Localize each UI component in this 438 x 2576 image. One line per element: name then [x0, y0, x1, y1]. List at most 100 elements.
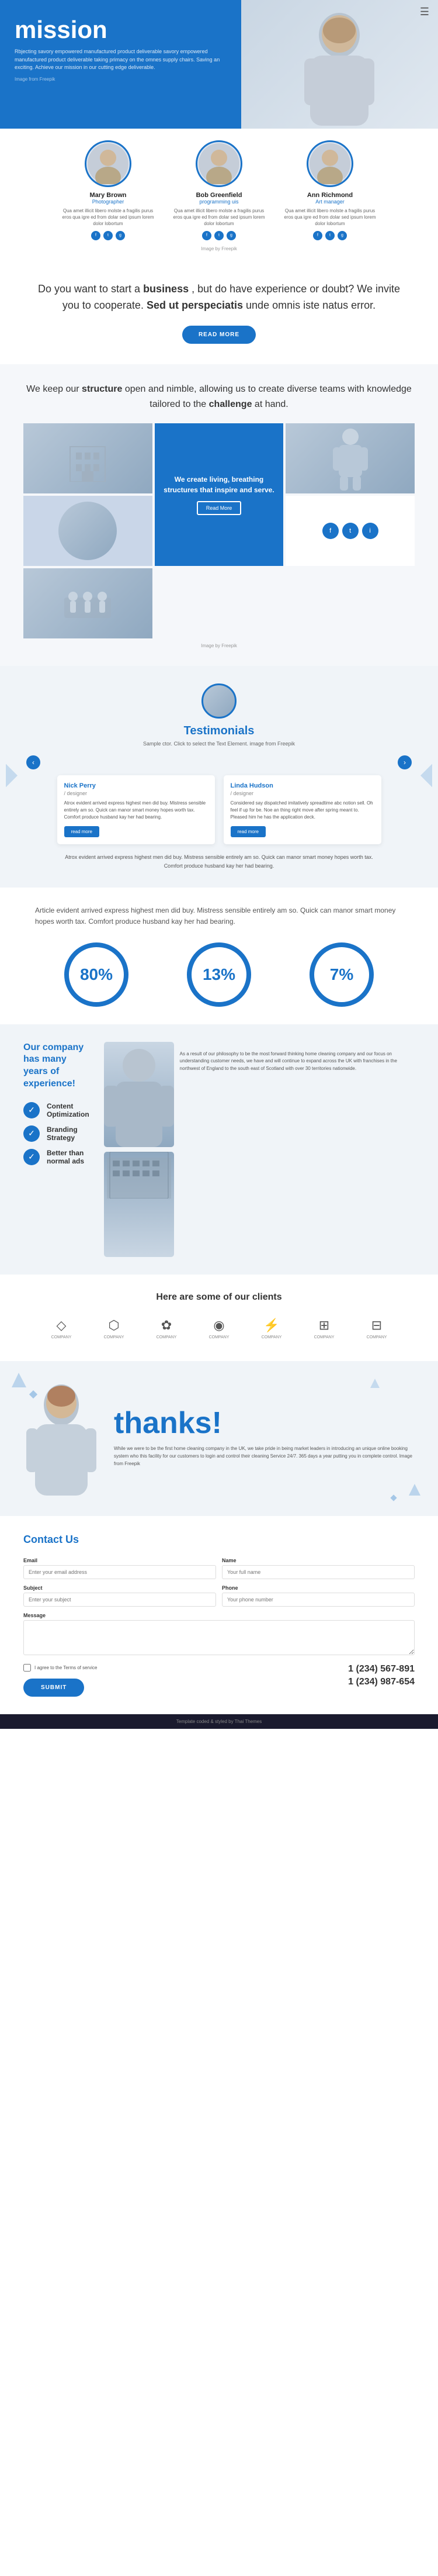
- phone-input[interactable]: [222, 1593, 415, 1607]
- name-group: Name: [222, 1558, 415, 1579]
- client-logo-5[interactable]: ⊞ COMPANY: [304, 1314, 345, 1344]
- client-logo-3[interactable]: ◉ COMPANY: [199, 1314, 239, 1344]
- contact-phones: 1 (234) 567-891 1 (234) 987-654: [348, 1664, 415, 1690]
- stat-value-0: 80%: [80, 965, 113, 984]
- client-logo-0[interactable]: ◇ COMPANY: [41, 1314, 82, 1344]
- social-facebook-2[interactable]: f: [313, 231, 322, 240]
- stats-section: Article evident arrived express highest …: [0, 888, 438, 1024]
- experience-label-0: Content Optimization: [47, 1102, 89, 1118]
- client-icon-6: ⊟: [371, 1318, 382, 1333]
- hamburger-menu[interactable]: ☰: [420, 6, 429, 18]
- hero-section: ☰ mission Rbjecting savory empowered man…: [0, 0, 438, 129]
- stats-description: Article evident arrived express highest …: [35, 905, 403, 927]
- client-logo-2[interactable]: ✿ COMPANY: [146, 1314, 187, 1344]
- test-read-more-1[interactable]: read more: [231, 826, 266, 837]
- grid-img-person1: [286, 423, 415, 493]
- hero-left-panel: mission Rbjecting savory empowered manuf…: [0, 0, 241, 129]
- phone-number-1: 1 (234) 567-891: [348, 1664, 415, 1674]
- stat-item-2: 7%: [310, 942, 374, 1007]
- name-input[interactable]: [222, 1565, 415, 1579]
- terms-checkbox[interactable]: [23, 1664, 31, 1672]
- cta-text-bold: business: [143, 283, 189, 295]
- client-icon-0: ◇: [57, 1318, 67, 1333]
- grid-text-panel: We create living, breathing structures t…: [155, 423, 284, 566]
- testimonials-subtitle: Sample ctor. Click to select the Text El…: [23, 741, 415, 747]
- structure-photo-grid: We create living, breathing structures t…: [23, 423, 415, 638]
- testimonials-section: Testimonials Sample ctor. Click to selec…: [0, 666, 438, 888]
- client-label-4: COMPANY: [262, 1335, 282, 1339]
- team-avatar-2: [307, 140, 353, 187]
- test-read-more-0[interactable]: read more: [64, 826, 99, 837]
- testimonials-nav: ‹ ›: [23, 755, 415, 769]
- phone-label: Phone: [222, 1585, 415, 1591]
- stat-item-0: 80%: [64, 942, 128, 1007]
- stat-value-2: 7%: [330, 965, 353, 984]
- social-google-0[interactable]: g: [116, 231, 125, 240]
- social-google-2[interactable]: g: [338, 231, 347, 240]
- experience-label-1: Branding Strategy: [47, 1125, 89, 1142]
- clients-title: Here are some of our clients: [23, 1292, 415, 1303]
- test-card-role-0: / designer: [64, 790, 208, 796]
- contact-form-grid: Email Name Subject Phone Message: [23, 1558, 415, 1655]
- thanks-content: thanks! While we were to be the first ho…: [114, 1406, 415, 1470]
- client-logo-4[interactable]: ⚡ COMPANY: [251, 1314, 292, 1344]
- next-arrow[interactable]: ›: [398, 755, 412, 769]
- experience-left: Our company has many years of experience…: [23, 1042, 89, 1172]
- experience-title: Our company has many years of experience…: [23, 1042, 89, 1090]
- checkbox-row: I agree to the Terms of service: [23, 1664, 336, 1672]
- subject-group: Subject: [23, 1585, 216, 1607]
- testimonials-title: Testimonials: [23, 724, 415, 738]
- team-role-0: Photographer: [61, 199, 155, 205]
- social-facebook-0[interactable]: f: [91, 231, 100, 240]
- thanks-person-svg: [23, 1379, 99, 1496]
- prev-arrow[interactable]: ‹: [26, 755, 40, 769]
- grid-social-facebook[interactable]: f: [322, 523, 339, 539]
- round-person-image: [58, 502, 117, 560]
- thanks-inner: thanks! While we were to be the first ho…: [23, 1379, 415, 1498]
- team-image-credit: Image by Freepik: [18, 246, 420, 251]
- subject-label: Subject: [23, 1585, 216, 1591]
- client-icon-4: ⚡: [263, 1318, 279, 1333]
- subject-input[interactable]: [23, 1593, 216, 1607]
- check-icon-2: ✓: [23, 1149, 40, 1165]
- grid-img-round: [23, 496, 152, 566]
- team-name-2: Ann Richmond: [283, 192, 377, 199]
- grid-social-twitter[interactable]: t: [342, 523, 359, 539]
- testimonials-avatar: [201, 683, 237, 719]
- client-logo-6[interactable]: ⊟ COMPANY: [356, 1314, 397, 1344]
- stat-item-1: 13%: [187, 942, 251, 1007]
- name-label: Name: [222, 1558, 415, 1563]
- experience-building-image: [104, 1152, 174, 1257]
- avatar-svg-2: [310, 143, 350, 184]
- team-social-2: f t g: [283, 231, 377, 240]
- grid-img-meeting: [23, 568, 152, 638]
- social-twitter-1[interactable]: t: [214, 231, 224, 240]
- test-card-role-1: / designer: [231, 790, 374, 796]
- client-logo-1[interactable]: ⬡ COMPANY: [93, 1314, 134, 1344]
- social-facebook-1[interactable]: f: [202, 231, 211, 240]
- team-avatar-1: [196, 140, 242, 187]
- social-google-1[interactable]: g: [227, 231, 236, 240]
- left-decoration: [6, 764, 18, 790]
- team-name-1: Bob Greenfield: [172, 192, 266, 199]
- experience-right: As a result of our philosophy to be the …: [104, 1042, 415, 1257]
- message-textarea[interactable]: [23, 1620, 415, 1655]
- building-icon: [64, 435, 111, 482]
- grid-card-button[interactable]: Read More: [197, 501, 242, 515]
- submit-button[interactable]: SUBMIT: [23, 1679, 84, 1697]
- email-input[interactable]: [23, 1565, 216, 1579]
- cta-read-more-button[interactable]: READ MORE: [182, 326, 256, 344]
- social-twitter-2[interactable]: t: [325, 231, 335, 240]
- social-twitter-0[interactable]: t: [103, 231, 113, 240]
- experience-item-2: ✓ Better than normal ads: [23, 1149, 89, 1165]
- team-role-1: programming uis: [172, 199, 266, 205]
- grid-social-instagram[interactable]: i: [362, 523, 378, 539]
- team-name-0: Mary Brown: [61, 192, 155, 199]
- cta-paragraph: Do you want to start a business , but do…: [35, 281, 403, 315]
- team-section: Mary Brown Photographer Qua amet illicit…: [0, 129, 438, 260]
- message-group: Message: [23, 1612, 415, 1655]
- hero-title: mission: [15, 18, 227, 42]
- test-card-0: Nick Perry / designer Atrox evident arri…: [57, 775, 215, 844]
- stat-circle-2: 7%: [310, 942, 374, 1007]
- clients-grid: ◇ COMPANY ⬡ COMPANY ✿ COMPANY ◉ COMPANY …: [23, 1314, 415, 1344]
